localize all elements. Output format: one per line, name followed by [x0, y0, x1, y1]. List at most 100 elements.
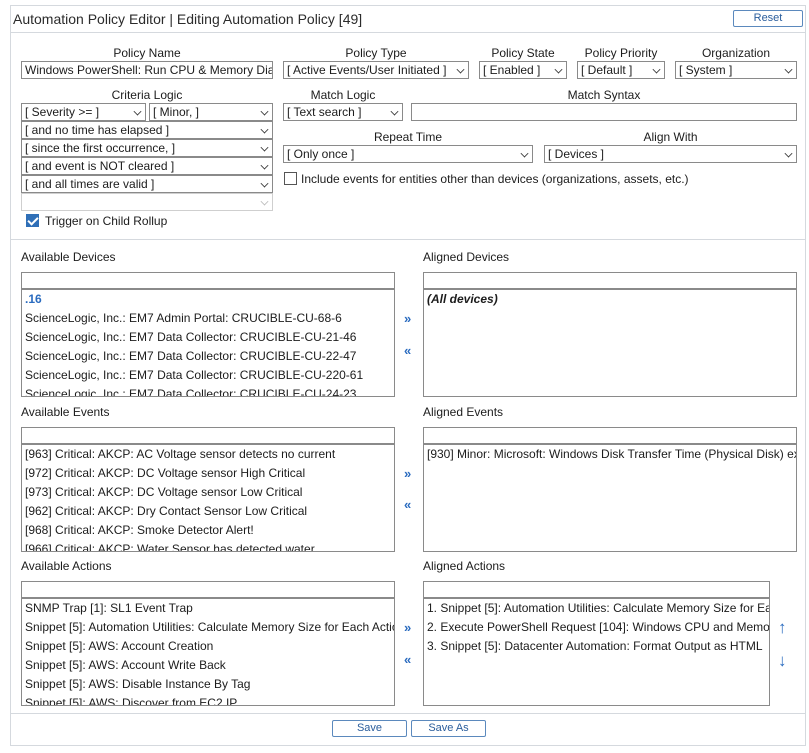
- severity-value-select[interactable]: [ Minor, ]: [149, 103, 273, 121]
- match-logic-label: Match Logic: [310, 88, 376, 102]
- list-item[interactable]: ScienceLogic, Inc.: EM7 Data Collector: …: [22, 347, 394, 366]
- match-syntax-input[interactable]: [411, 103, 797, 121]
- available-devices-filter-input[interactable]: [21, 272, 395, 289]
- move-left-button[interactable]: «: [404, 343, 411, 358]
- time-elapsed-select[interactable]: [ and no time has elapsed ]: [21, 121, 273, 139]
- severity-value: [ Minor, ]: [153, 105, 200, 119]
- section-divider: [11, 713, 805, 714]
- save-as-button[interactable]: Save As: [411, 720, 486, 737]
- aligned-actions-label: Aligned Actions: [423, 559, 506, 573]
- available-events-filter-input[interactable]: [21, 427, 395, 444]
- policy-state-value: [ Enabled ]: [483, 63, 541, 77]
- page-title: Automation Policy Editor | Editing Autom…: [13, 11, 363, 27]
- section-divider: [11, 239, 805, 240]
- align-with-label: Align With: [643, 130, 698, 144]
- policy-state-label: Policy State: [491, 46, 555, 60]
- trigger-child-rollup-label: Trigger on Child Rollup: [45, 214, 168, 228]
- list-item[interactable]: [973] Critical: AKCP: DC Voltage sensor …: [22, 483, 394, 502]
- available-devices-list[interactable]: .16 ScienceLogic, Inc.: EM7 Admin Portal…: [21, 289, 395, 397]
- aligned-devices-filter-input[interactable]: [423, 272, 797, 289]
- list-item[interactable]: [930] Minor: Microsoft: Windows Disk Tra…: [424, 445, 796, 464]
- available-events-label: Available Events: [21, 405, 110, 419]
- list-item[interactable]: [962] Critical: AKCP: Dry Contact Sensor…: [22, 502, 394, 521]
- occurrence-value: [ since the first occurrence, ]: [25, 141, 176, 155]
- move-right-button[interactable]: »: [404, 466, 411, 481]
- aligned-events-label: Aligned Events: [423, 405, 504, 419]
- trigger-child-rollup-checkbox[interactable]: [26, 214, 39, 227]
- match-logic-select[interactable]: [ Text search ]: [283, 103, 403, 121]
- list-item[interactable]: [968] Critical: AKCP: Smoke Detector Ale…: [22, 521, 394, 540]
- save-button[interactable]: Save: [332, 720, 407, 737]
- chevron-down-icon: [260, 143, 269, 152]
- move-down-button[interactable]: ↓: [778, 651, 787, 671]
- move-left-button[interactable]: «: [404, 652, 411, 667]
- list-item[interactable]: ScienceLogic, Inc.: EM7 Data Collector: …: [22, 366, 394, 385]
- match-syntax-label: Match Syntax: [567, 88, 641, 102]
- aligned-events-list[interactable]: [930] Minor: Microsoft: Windows Disk Tra…: [423, 444, 797, 552]
- move-up-button[interactable]: ↑: [778, 618, 787, 638]
- include-events-checkbox[interactable]: [284, 172, 297, 185]
- cleared-select[interactable]: [ and event is NOT cleared ]: [21, 157, 273, 175]
- chevron-down-icon: [260, 107, 269, 116]
- severity-operator-value: [ Severity >= ]: [25, 105, 100, 119]
- aligned-events-filter-input[interactable]: [423, 427, 797, 444]
- available-actions-list[interactable]: SNMP Trap [1]: SL1 Event Trap Snippet [5…: [21, 598, 395, 706]
- chevron-down-icon: [520, 149, 529, 158]
- move-right-button[interactable]: »: [404, 311, 411, 326]
- severity-operator-select[interactable]: [ Severity >= ]: [21, 103, 146, 121]
- occurrence-select[interactable]: [ since the first occurrence, ]: [21, 139, 273, 157]
- list-item[interactable]: Snippet [5]: Automation Utilities: Calcu…: [22, 618, 394, 637]
- policy-name-input[interactable]: Windows PowerShell: Run CPU & Memory Dia…: [21, 61, 273, 79]
- policy-type-label: Policy Type: [345, 46, 407, 60]
- list-item[interactable]: 1. Snippet [5]: Automation Utilities: Ca…: [424, 599, 769, 618]
- list-item[interactable]: [963] Critical: AKCP: AC Voltage sensor …: [22, 445, 394, 464]
- cleared-value: [ and event is NOT cleared ]: [25, 159, 175, 173]
- aligned-devices-label: Aligned Devices: [423, 250, 510, 264]
- reset-button[interactable]: Reset: [733, 10, 803, 27]
- times-valid-select[interactable]: [ and all times are valid ]: [21, 175, 273, 193]
- move-left-button[interactable]: «: [404, 497, 411, 512]
- aligned-actions-list[interactable]: 1. Snippet [5]: Automation Utilities: Ca…: [423, 598, 770, 706]
- chevron-down-icon: [260, 197, 269, 206]
- organization-value: [ System ]: [679, 63, 733, 77]
- repeat-time-label: Repeat Time: [373, 130, 443, 144]
- list-item[interactable]: Snippet [5]: AWS: Account Write Back: [22, 656, 394, 675]
- aligned-devices-list[interactable]: (All devices): [423, 289, 797, 397]
- list-item[interactable]: 2. Execute PowerShell Request [104]: Win…: [424, 618, 769, 637]
- extra-criteria-select[interactable]: [21, 193, 273, 211]
- chevron-down-icon: [784, 65, 793, 74]
- organization-label: Organization: [701, 46, 771, 60]
- organization-select[interactable]: [ System ]: [675, 61, 797, 79]
- list-item[interactable]: Snippet [5]: AWS: Disable Instance By Ta…: [22, 675, 394, 694]
- move-right-button[interactable]: »: [404, 620, 411, 635]
- list-item[interactable]: SNMP Trap [1]: SL1 Event Trap: [22, 599, 394, 618]
- available-events-list[interactable]: [963] Critical: AKCP: AC Voltage sensor …: [21, 444, 395, 552]
- aligned-actions-filter-input[interactable]: [423, 581, 770, 598]
- chevron-down-icon: [554, 65, 563, 74]
- policy-state-select[interactable]: [ Enabled ]: [479, 61, 567, 79]
- list-item[interactable]: 3. Snippet [5]: Datacenter Automation: F…: [424, 637, 769, 656]
- policy-priority-select[interactable]: [ Default ]: [577, 61, 665, 79]
- available-devices-label: Available Devices: [21, 250, 116, 264]
- repeat-time-select[interactable]: [ Only once ]: [283, 145, 533, 163]
- list-item[interactable]: [972] Critical: AKCP: DC Voltage sensor …: [22, 464, 394, 483]
- repeat-time-value: [ Only once ]: [287, 147, 355, 161]
- list-item[interactable]: [966] Critical: AKCP: Water Sensor has d…: [22, 540, 394, 551]
- align-with-select[interactable]: [ Devices ]: [544, 145, 797, 163]
- available-actions-filter-input[interactable]: [21, 581, 395, 598]
- list-item[interactable]: ScienceLogic, Inc.: EM7 Admin Portal: CR…: [22, 309, 394, 328]
- policy-priority-label: Policy Priority: [584, 46, 658, 60]
- list-item[interactable]: ScienceLogic, Inc.: EM7 Data Collector: …: [22, 328, 394, 347]
- chevron-down-icon: [456, 65, 465, 74]
- include-events-label: Include events for entities other than d…: [301, 172, 689, 186]
- list-item[interactable]: .16: [22, 290, 394, 309]
- align-with-value: [ Devices ]: [548, 147, 605, 161]
- chevron-down-icon: [390, 107, 399, 116]
- times-valid-value: [ and all times are valid ]: [25, 177, 155, 191]
- policy-type-select[interactable]: [ Active Events/User Initiated ]: [283, 61, 469, 79]
- list-item[interactable]: ScienceLogic, Inc.: EM7 Data Collector: …: [22, 385, 394, 396]
- list-item[interactable]: Snippet [5]: AWS: Account Creation: [22, 637, 394, 656]
- chevron-down-icon: [260, 161, 269, 170]
- list-item[interactable]: (All devices): [424, 290, 796, 309]
- list-item[interactable]: Snippet [5]: AWS: Discover from EC2 IP: [22, 694, 394, 705]
